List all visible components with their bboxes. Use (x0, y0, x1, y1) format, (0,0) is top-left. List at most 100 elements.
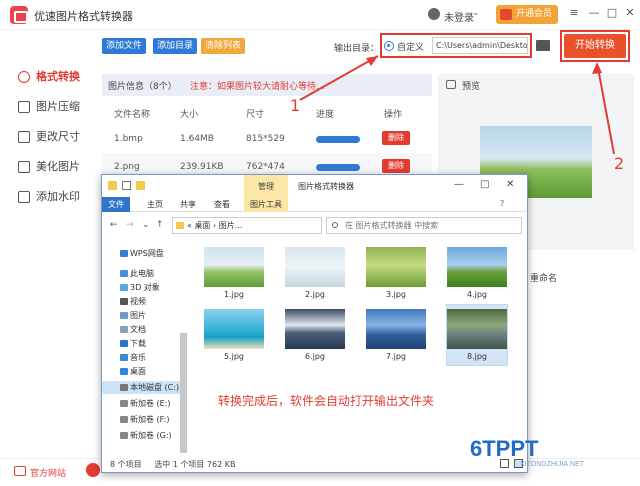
tree-label: 下载 (130, 339, 146, 348)
explorer-title: 图片格式转换器 (298, 182, 354, 191)
explorer-window[interactable]: 管理 图片格式转换器 — □ ✕ 文件 主页 共享 查看 图片工具 ? ← → … (101, 174, 528, 473)
cube-icon (120, 284, 128, 291)
back-icon[interactable]: ← (110, 220, 118, 230)
status-selected: 选中 1 个项目 762 KB (154, 460, 236, 469)
tree-item-music[interactable]: 音乐 (102, 351, 184, 364)
file-thumbnail-selected[interactable]: 8.jpg (446, 304, 508, 366)
file-thumbnail[interactable]: 5.jpg (204, 309, 264, 365)
file-thumbnail[interactable]: 3.jpg (366, 247, 426, 303)
tree-label: 音乐 (130, 353, 146, 362)
tree-item-wps[interactable]: WPS网盘 (102, 247, 184, 260)
file-name: 1.jpg (223, 290, 244, 299)
drive-icon (120, 384, 128, 391)
desktop-icon (120, 368, 128, 375)
search-placeholder: 在 图片格式转换器 中搜索 (345, 221, 439, 230)
drive-icon (120, 432, 128, 439)
explorer-title-bar: 管理 图片格式转换器 — □ ✕ (102, 175, 527, 197)
arrow-two-line (597, 67, 615, 155)
folder-icon (176, 222, 184, 229)
video-icon (120, 298, 128, 305)
search-input[interactable]: 在 图片格式转换器 中搜索 (326, 217, 522, 234)
search-icon (332, 222, 338, 228)
file-name: 4.jpg (466, 290, 487, 299)
tree-label: 本地磁盘 (C:) (130, 383, 180, 392)
address-bar-row: ← → ⌄ ↑ « 桌面 › 图片... 在 图片格式转换器 中搜索 (102, 215, 527, 237)
tree-scrollbar[interactable] (180, 333, 187, 453)
music-icon (120, 354, 128, 361)
file-name: 6.jpg (304, 352, 325, 361)
file-thumbnail[interactable]: 4.jpg (447, 247, 507, 303)
file-name: 8.jpg (466, 352, 487, 361)
tree-label: 桌面 (130, 367, 146, 376)
file-thumbnail[interactable]: 6.jpg (285, 309, 345, 365)
nav-tree: WPS网盘 此电脑 3D 对象 视频 图片 文档 下载 音乐 桌面 本地磁盘 (… (102, 241, 184, 457)
ribbon-tab-file[interactable]: 文件 (102, 197, 130, 212)
website-icon[interactable] (14, 466, 26, 476)
file-thumbnail[interactable]: 2.jpg (285, 247, 345, 303)
customer-service-icon[interactable] (86, 463, 100, 477)
tree-label: 3D 对象 (130, 283, 160, 292)
tree-item-drive-e[interactable]: 新加卷 (E:) (102, 397, 184, 410)
app-window: 优速图片格式转换器 未登录 ⌄ 开通会员 ≡ — □ ✕ 格式转换 图片压缩 更… (0, 0, 640, 486)
file-thumbnail[interactable]: 7.jpg (366, 309, 426, 365)
status-bar: 8 个项目 选中 1 个项目 762 KB (110, 459, 235, 470)
tree-item-downloads[interactable]: 下载 (102, 337, 184, 350)
file-name: 2.jpg (304, 290, 325, 299)
new-folder-icon[interactable] (136, 181, 145, 190)
ribbon-tab-picture-tools[interactable]: 图片工具 (244, 197, 288, 212)
status-count: 8 个项目 (110, 460, 142, 469)
completion-note: 转换完成后，软件会自动打开输出文件夹 (218, 394, 435, 408)
tree-item-pictures[interactable]: 图片 (102, 309, 184, 322)
file-name: 5.jpg (223, 352, 244, 361)
official-site-link[interactable]: 官方网站 (30, 466, 66, 479)
tree-item-documents[interactable]: 文档 (102, 323, 184, 336)
tree-label: 图片 (130, 311, 146, 320)
arrow-one-line (299, 55, 379, 101)
tree-label: 新加卷 (G:) (130, 431, 172, 440)
site-watermark: 6TPPT XITONGZHIJIA.NET (470, 436, 630, 470)
watermark-logo: 6TPPT (470, 436, 539, 461)
ribbon-tab-view[interactable]: 查看 (214, 199, 230, 210)
file-name: 3.jpg (385, 290, 406, 299)
maximize-icon[interactable]: □ (480, 179, 489, 190)
explorer-ribbon: 文件 主页 共享 查看 图片工具 ? (102, 197, 527, 212)
tree-label: 新加卷 (E:) (130, 399, 171, 408)
manage-tab[interactable]: 管理 (244, 175, 288, 197)
minimize-icon[interactable]: — (454, 179, 464, 190)
tree-item-3d[interactable]: 3D 对象 (102, 281, 184, 294)
tree-item-drive-c[interactable]: 本地磁盘 (C:) (102, 381, 184, 394)
document-icon (120, 326, 128, 333)
folder-icon (108, 181, 117, 190)
tree-label: 此电脑 (130, 269, 154, 278)
tree-item-this-pc[interactable]: 此电脑 (102, 267, 184, 280)
tree-label: 视频 (130, 297, 146, 306)
tree-item-drive-g[interactable]: 新加卷 (G:) (102, 429, 184, 442)
annotation-two: 2 (614, 154, 625, 173)
thumbnail-image (447, 309, 507, 349)
thumbnail-image (285, 247, 345, 287)
drive-icon (120, 400, 128, 407)
close-icon[interactable]: ✕ (506, 179, 514, 190)
properties-icon[interactable] (122, 181, 131, 190)
address-text: « 桌面 › 图片... (187, 221, 243, 230)
address-field[interactable]: « 桌面 › 图片... (172, 217, 322, 234)
help-icon[interactable]: ? (500, 199, 504, 208)
thumbnail-image (285, 309, 345, 349)
tree-label: 文档 (130, 325, 146, 334)
cloud-icon (120, 250, 128, 257)
tree-item-video[interactable]: 视频 (102, 295, 184, 308)
thumbnail-image (366, 247, 426, 287)
drive-icon (120, 416, 128, 423)
computer-icon (120, 270, 128, 277)
download-icon (120, 340, 128, 347)
tree-item-drive-f[interactable]: 新加卷 (F:) (102, 413, 184, 426)
ribbon-tab-home[interactable]: 主页 (147, 199, 163, 210)
forward-icon[interactable]: → (126, 220, 134, 230)
ribbon-tab-share[interactable]: 共享 (180, 199, 196, 210)
recent-icon[interactable]: ⌄ (142, 220, 150, 230)
file-thumbnail[interactable]: 1.jpg (204, 247, 264, 303)
picture-icon (120, 312, 128, 319)
up-icon[interactable]: ↑ (156, 220, 164, 230)
tree-item-desktop[interactable]: 桌面 (102, 365, 184, 378)
tree-label: WPS网盘 (130, 249, 164, 258)
